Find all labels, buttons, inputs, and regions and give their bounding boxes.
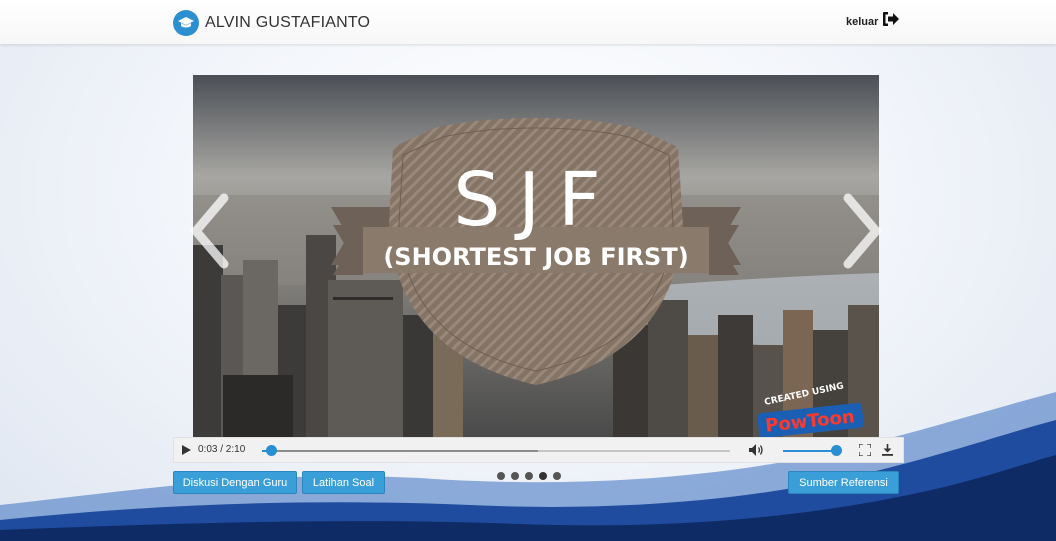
video-title-sub: (SHORTEST JOB FIRST) [383,243,688,271]
video-controls: 0:03 / 2:10 [173,437,904,463]
time-display: 0:03 / 2:10 [198,444,246,455]
user-info: ALVIN GUSTAFIANTO [173,10,370,36]
reference-sources-button[interactable]: Sumber Referensi [788,471,899,494]
fullscreen-button[interactable] [857,438,873,462]
slide-indicators [497,472,561,480]
seek-handle[interactable] [266,445,278,456]
volume-level [783,450,836,452]
prev-slide-arrow[interactable] [188,192,230,270]
logout-label: keluar [846,15,879,28]
practice-questions-button[interactable]: Latihan Soal [302,471,385,494]
slide-dot[interactable] [525,472,533,480]
next-slide-arrow[interactable] [842,192,884,270]
volume-icon [749,444,763,456]
download-button[interactable] [879,438,895,462]
user-name: ALVIN GUSTAFIANTO [205,14,371,31]
video-title-big: SJF [453,157,618,243]
slide-dot[interactable] [511,472,519,480]
volume-button[interactable] [748,438,766,462]
logout-button[interactable]: keluar [846,11,900,32]
volume-handle[interactable] [831,445,842,456]
seek-buffered [262,450,539,452]
graduation-cap-icon [173,10,199,36]
video-frame: SJF (SHORTEST JOB FIRST) CREATED USING P… [193,75,879,437]
slide-dot[interactable] [497,472,505,480]
slide-dot[interactable] [553,472,561,480]
fullscreen-icon [859,444,871,456]
sign-out-icon [882,11,900,32]
play-button[interactable] [178,438,194,462]
discuss-with-teacher-button[interactable]: Diskusi Dengan Guru [173,471,297,494]
top-bar: ALVIN GUSTAFIANTO keluar [0,0,1056,44]
download-icon [881,444,893,456]
slide-dot[interactable] [539,472,547,480]
video-player[interactable]: SJF (SHORTEST JOB FIRST) CREATED USING P… [193,75,879,437]
